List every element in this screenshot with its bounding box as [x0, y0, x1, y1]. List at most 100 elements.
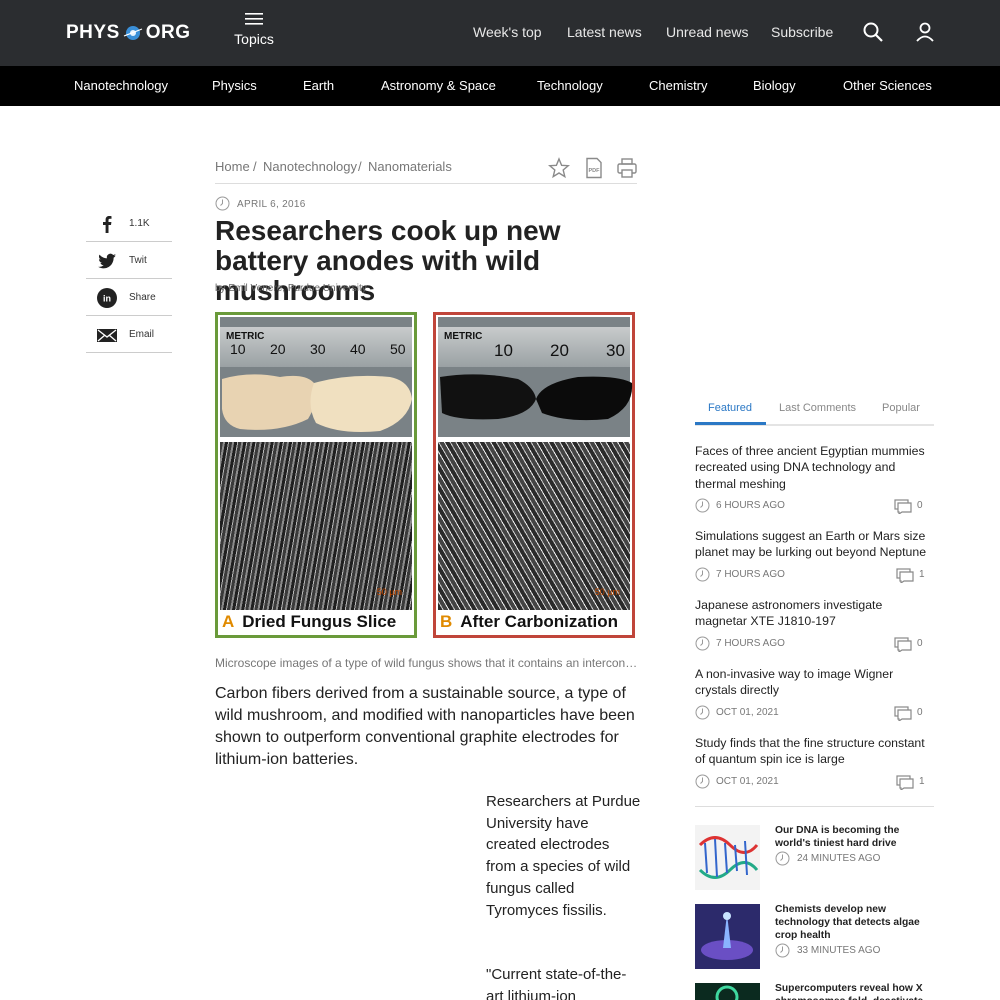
clock-icon	[775, 943, 790, 958]
featured-article-title[interactable]: Simulations suggest an Earth or Mars siz…	[695, 528, 930, 561]
category-other-sciences[interactable]: Other Sciences	[843, 78, 932, 93]
topics-label: Topics	[234, 31, 274, 47]
clock-icon	[215, 196, 230, 211]
sem-micrograph-fibers	[220, 442, 412, 610]
nav-latest-news[interactable]: Latest news	[567, 24, 642, 40]
nav-subscribe[interactable]: Subscribe	[771, 24, 833, 40]
breadcrumb-nanotechnology[interactable]: Nanotechnology	[263, 159, 357, 174]
breadcrumb-separator: /	[358, 159, 362, 174]
metric-ruler: METRIC 10 20 30	[438, 327, 630, 367]
panel-b-caption: B After Carbonization	[440, 612, 618, 632]
facebook-icon	[103, 216, 112, 233]
category-biology[interactable]: Biology	[753, 78, 796, 93]
comments-icon[interactable]	[896, 775, 914, 790]
share-email[interactable]: Email	[86, 316, 172, 353]
article-figure[interactable]: METRIC 10 20 30 40 50 50 µm A Dried Fungu…	[215, 312, 637, 638]
logo-text-left: PHYS	[66, 22, 120, 43]
featured-article-title[interactable]: Study finds that the fine structure cons…	[695, 735, 930, 768]
news-title[interactable]: Chemists develop new technology that det…	[775, 903, 935, 943]
breadcrumb: Home / Nanotechnology / Nanomaterials	[215, 159, 637, 184]
featured-article-meta: 7 HOURS AGO 0	[695, 636, 925, 652]
bookmark-star-icon[interactable]	[548, 157, 570, 179]
share-facebook[interactable]: 1.1K	[86, 205, 172, 242]
user-icon[interactable]	[914, 21, 936, 43]
news-title[interactable]: Our DNA is becoming the world's tiniest …	[775, 824, 935, 850]
category-astronomy-space[interactable]: Astronomy & Space	[381, 78, 496, 93]
share-linkedin[interactable]: in Share	[86, 279, 172, 316]
tab-popular[interactable]: Popular	[882, 402, 920, 414]
featured-article-title[interactable]: Japanese astronomers investigate magneta…	[695, 597, 930, 630]
active-tab-indicator	[695, 422, 766, 425]
email-label: Email	[129, 329, 155, 340]
breadcrumb-nanomaterials[interactable]: Nanomaterials	[368, 159, 452, 174]
svg-text:PDF: PDF	[589, 168, 601, 174]
share-twitter[interactable]: Twit	[86, 242, 172, 279]
tab-last-comments[interactable]: Last Comments	[779, 402, 856, 414]
featured-article-meta: 7 HOURS AGO 1	[695, 567, 925, 583]
category-chemistry[interactable]: Chemistry	[649, 78, 708, 93]
article-paragraph: "Current state-of-the-art lithium-ion	[486, 966, 627, 1000]
search-icon[interactable]	[862, 21, 884, 43]
comments-icon[interactable]	[894, 706, 912, 721]
carbonized-sample	[440, 374, 633, 421]
article-paragraph: Researchers at Purdue University have cr…	[486, 793, 641, 919]
chromosome-thumbnail[interactable]	[695, 983, 760, 1000]
menu-icon	[245, 13, 263, 25]
featured-article-title[interactable]: Faces of three ancient Egyptian mummies …	[695, 443, 930, 492]
featured-article-title[interactable]: A non-invasive way to image Wigner cryst…	[695, 666, 930, 699]
carbonized-photo: METRIC 10 20 30	[438, 317, 633, 437]
dna-thumbnail[interactable]	[695, 825, 760, 890]
scale-bar-label: 50 µm	[594, 587, 620, 597]
featured-article-meta: OCT 01, 2021 0	[695, 705, 925, 721]
panel-letter: A	[222, 612, 235, 631]
clock-icon	[695, 498, 710, 513]
comments-icon[interactable]	[894, 499, 912, 514]
news-title[interactable]: Supercomputers reveal how X chromosomes …	[775, 982, 935, 1000]
clock-icon	[695, 636, 710, 651]
figure-panel-carbonized: METRIC 10 20 30 50 µm B After Carbonizati…	[433, 312, 635, 638]
print-icon[interactable]	[616, 157, 638, 179]
article-lede: Carbon fibers derived from a sustainable…	[215, 685, 635, 768]
sidebar-tabs: Featured Last Comments Popular	[695, 398, 934, 426]
ruler-number: 30	[606, 341, 625, 360]
comment-count: 0	[917, 638, 923, 649]
comments-icon[interactable]	[894, 637, 912, 652]
panel-a-caption: A Dried Fungus Slice	[222, 612, 396, 632]
clock-icon	[695, 774, 710, 789]
sidebar-divider	[695, 806, 934, 807]
topics-menu-button[interactable]: Topics	[232, 12, 276, 47]
ruler-number: 10	[494, 341, 513, 360]
clock-icon	[695, 567, 710, 582]
clock-icon	[695, 705, 710, 720]
fungus-photo: METRIC 10 20 30 40 50	[220, 317, 412, 437]
email-icon	[97, 329, 117, 342]
category-earth[interactable]: Earth	[303, 78, 334, 93]
article-date-text: APRIL 6, 2016	[237, 199, 306, 210]
pdf-icon[interactable]: PDF	[583, 157, 605, 179]
nav-weeks-top[interactable]: Week's top	[473, 24, 542, 40]
sem-micrograph-carbon-fibers	[438, 442, 630, 610]
comment-count: 0	[917, 500, 923, 511]
category-nav: Nanotechnology Physics Earth Astronomy &…	[0, 66, 1000, 106]
algae-tech-thumbnail[interactable]	[695, 904, 760, 969]
comment-count: 1	[919, 776, 925, 787]
ruler-number: 20	[550, 341, 569, 360]
nav-unread-news[interactable]: Unread news	[666, 24, 749, 40]
breadcrumb-home[interactable]: Home	[215, 159, 250, 174]
category-physics[interactable]: Physics	[212, 78, 257, 93]
category-nanotechnology[interactable]: Nanotechnology	[74, 78, 168, 93]
tab-featured[interactable]: Featured	[708, 402, 752, 414]
ruler-label: METRIC	[444, 331, 483, 342]
site-logo[interactable]: PHYS ORG	[66, 17, 191, 49]
linkedin-label: Share	[129, 292, 156, 303]
breadcrumb-separator: /	[253, 159, 257, 174]
featured-time: 7 HOURS AGO	[716, 569, 785, 580]
figure-panel-dried-fungus: METRIC 10 20 30 40 50 50 µm A Dried Fungu…	[215, 312, 417, 638]
site-header: PHYS ORG Topics Week's top Latest news U…	[0, 0, 1000, 66]
category-technology[interactable]: Technology	[537, 78, 603, 93]
news-time: 24 MINUTES AGO	[797, 853, 881, 864]
dried-fungus-sample	[222, 374, 412, 432]
comments-icon[interactable]	[896, 568, 914, 583]
ruler-number: 40	[350, 341, 366, 357]
globe-icon	[123, 26, 142, 40]
